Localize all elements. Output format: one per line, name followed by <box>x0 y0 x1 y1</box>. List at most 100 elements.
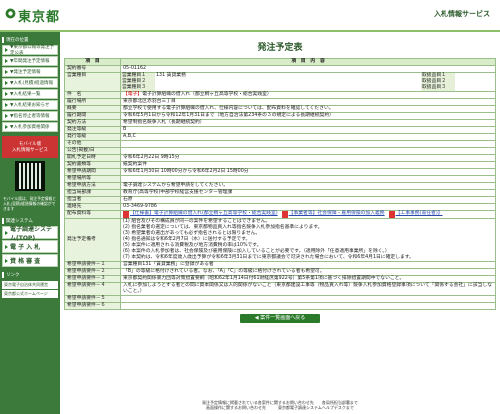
label-req-3: 希望申請要件－３ <box>64 275 121 283</box>
item-key-3: 取扱品目３ <box>421 85 455 91</box>
value-req-2: 「B」の等級に格付けされている者。なお、「A」「C」の等級に格付けされている者も… <box>120 268 496 276</box>
arrow-icon <box>5 81 8 85</box>
label-bid-date: 開札予定日時 <box>64 154 121 162</box>
label-department: 担当局部課 <box>64 189 121 197</box>
sidebar-item-koho[interactable]: ▼東京都公報等発注予定公表 <box>2 45 58 56</box>
main-content: 発注予定表 項 目項 目 内 容 契約番号 05-01162 営業種目 営業種目１… <box>64 32 496 323</box>
value-contact: 03-3469-9786 <box>120 203 496 211</box>
item-value-3 <box>455 85 495 91</box>
label-apply-method: 希望申請方法 <box>64 182 121 190</box>
label-req-2: 希望申請要件－２ <box>64 268 121 276</box>
label-contract-no: 契約番号 <box>64 65 121 73</box>
label-publish-date: 公告(掲載)日 <box>64 147 121 155</box>
value-req-5 <box>120 295 496 303</box>
attachment-3[interactable]: 【工事事務(責任者)】 <box>388 211 443 218</box>
sidebar-item-qualification[interactable]: ▼入札参加資格関係 <box>2 122 58 132</box>
arrow-icon <box>5 125 8 129</box>
value-issue-grade: A,B,C <box>120 133 496 141</box>
sidebar-item-suspension[interactable]: ▼指名停止者等情報 <box>2 111 58 121</box>
label-method: 契約方法 <box>64 119 121 127</box>
label-order-grade: 発注等級 <box>64 126 121 134</box>
site-title[interactable]: 東京都 <box>18 6 60 25</box>
arrow-icon <box>5 48 8 52</box>
label-req-5: 希望申請要件－５ <box>64 295 121 303</box>
label-req-6: 希望申請要件－６ <box>64 302 121 310</box>
attachment-link-2[interactable]: 【事業者等】社会保障・雇用保険の加入義務 <box>289 211 385 217</box>
arrow-icon <box>5 230 8 235</box>
arrow-icon <box>5 70 8 74</box>
attachment-link-3[interactable]: 【工事事務(責任者)】 <box>396 211 443 217</box>
value-period: 令和6年5月1日から令和12年1月31日まで（地方自治法第234条の３の規定によ… <box>120 112 496 120</box>
sidebar-item-results[interactable]: ▼入札結果一覧 <box>2 89 58 99</box>
label-req-1: 希望申請要件－１ <box>64 261 121 269</box>
value-department: 教育庁(高等学校)中部学校経営支援センター管理課 <box>120 189 496 197</box>
footer-line-2: 画面操作に関するお問い合わせ先 東京都電子調達システムヘルプデスクまで <box>206 405 354 410</box>
arrow-icon <box>5 59 8 63</box>
value-summary: 都立学校で使用する電子計算組織の借入れ、仕様内容については、配布資料を確認してく… <box>120 105 496 113</box>
sidebar: 現在の位置 ▼東京都公報等発注予定公表 ▼年間発注予定情報 ▼発注予定情報 ▼入… <box>0 32 60 414</box>
value-location: 東京都北区赤羽台三丁目 <box>120 98 496 106</box>
label-apply-place: 希望場所等 <box>64 175 121 183</box>
sidebar-item-notice[interactable]: ▼入札結果お知らせ <box>2 100 58 110</box>
sidebar-section-current: 現在の位置 <box>0 36 60 44</box>
value-other <box>120 140 496 148</box>
label-conditions: 発注予定備考 <box>64 218 121 262</box>
value-method: 希望制指名競争入札（長期継続契約） <box>120 119 496 127</box>
type-value-3 <box>155 85 421 91</box>
label-other: その他 <box>64 140 121 148</box>
business-type-table: 営業種目１ 131 賃貸業務 取扱品目１ 営業種目２ 取扱品目２ 営業種目３ 取扱品目３ <box>121 73 495 91</box>
sidebar-item-e-bid[interactable]: 電 子 入 札 <box>2 240 58 253</box>
conditions-cell: (1) 組合及びその構成員が同一の案件を希望することはできません。 (2) 指名… <box>120 218 496 262</box>
footer: 発注予定情報に掲載されている各案件に関するお問い合わせ先 各局所担当部署まで 画… <box>64 400 496 410</box>
link-tokyo-hp[interactable]: 東京都公式ホームページ <box>2 290 58 298</box>
header: 東京都 入札情報サービス <box>0 0 500 31</box>
subject-text: 電子計算組織の借入れ（都立桐ヶ丘高等学校・総合実践室） <box>142 92 272 97</box>
condition-7: (7) 本契約は、令和6年度歳入歳出予算が令和6年3月31日までに東京都議会で可… <box>123 255 414 260</box>
label-person: 担当者 <box>64 196 121 204</box>
label-req-4: 希望申請要件－４ <box>64 282 121 296</box>
label-period: 履行期間 <box>64 112 121 120</box>
attachment-2[interactable]: 【事業者等】社会保障・雇用保険の加入義務 <box>281 211 385 218</box>
label-contact: 連絡先 <box>64 203 121 211</box>
col-header-content: 項 目 内 容 <box>120 58 496 66</box>
sidebar-item-procurement[interactable]: 電子調達システム(TOP) <box>2 226 58 242</box>
label-subject: 件 名 <box>64 91 121 99</box>
link-e-gov[interactable]: 東京電子自治体共同運営 <box>2 281 58 289</box>
page-title: 発注予定表 <box>257 43 303 53</box>
pdf-icon <box>123 211 129 218</box>
value-bid-date: 令和6年2月22日 9時15分 <box>120 154 496 162</box>
arrow-icon <box>5 114 8 118</box>
sidebar-item-progress[interactable]: ▼入札(見積)経過情報 <box>2 78 58 88</box>
value-person: 石原 <box>120 196 496 204</box>
sidebar-item-annual[interactable]: ▼年間発注予定情報 <box>2 56 58 66</box>
value-order-grade: B <box>120 126 496 134</box>
attachments-cell: 【仕様書】電子計算組織の借入れ(都立桐ヶ丘高等学校・総合実践室) 【事業者等】社… <box>120 210 496 219</box>
label-location: 履行場所 <box>64 98 121 106</box>
arrow-icon <box>5 244 8 249</box>
label-contract-docs: 契約書類等 <box>64 161 121 169</box>
tokyo-logo-icon <box>5 8 16 19</box>
attachment-link-1[interactable]: 【仕様書】電子計算組織の借入れ(都立桐ヶ丘高等学校・総合実践室) <box>130 211 278 217</box>
service-label: 入札情報サービス <box>434 10 490 18</box>
back-to-list-button[interactable]: ◀ 案件一覧画面へ戻る <box>240 314 320 323</box>
sidebar-item-qualification-review[interactable]: 資 格 審 査 <box>2 254 58 267</box>
sidebar-section-links: リンク <box>0 271 60 279</box>
col-header-item: 項 目 <box>64 58 121 66</box>
value-apply-period: 令和6年1月30日 10時00分から令和6年2月2日 15時00分 <box>120 168 496 176</box>
value-apply-method: 電子調達システムから希望申請をしてください。 <box>120 182 496 190</box>
value-req-3: 東京都契約関係暴力団等対策措置要綱（昭和62年1月14日付61財経庶第922号）… <box>120 275 496 283</box>
electronic-tag: 【電子】 <box>123 92 143 97</box>
label-apply-period: 希望申請期間 <box>64 168 121 176</box>
value-req-6 <box>120 302 496 310</box>
value-publish-date <box>120 147 496 155</box>
value-apply-place <box>120 175 496 183</box>
mobile-banner[interactable]: モバイル版 入札情報サービス <box>2 136 58 158</box>
arrow-icon <box>5 258 8 263</box>
sidebar-item-order-plan[interactable]: ▼発注予定情報 <box>2 67 58 77</box>
qr-code-icon <box>15 161 45 191</box>
value-contract-docs: 紙契約案件 <box>120 161 496 169</box>
label-attachments: 配布資料等 <box>64 210 121 219</box>
attachment-1[interactable]: 【仕様書】電子計算組織の借入れ(都立桐ヶ丘高等学校・総合実践室) <box>123 211 278 218</box>
label-issue-grade: 発行等級 <box>64 133 121 141</box>
label-business-type: 営業種目 <box>64 72 121 92</box>
